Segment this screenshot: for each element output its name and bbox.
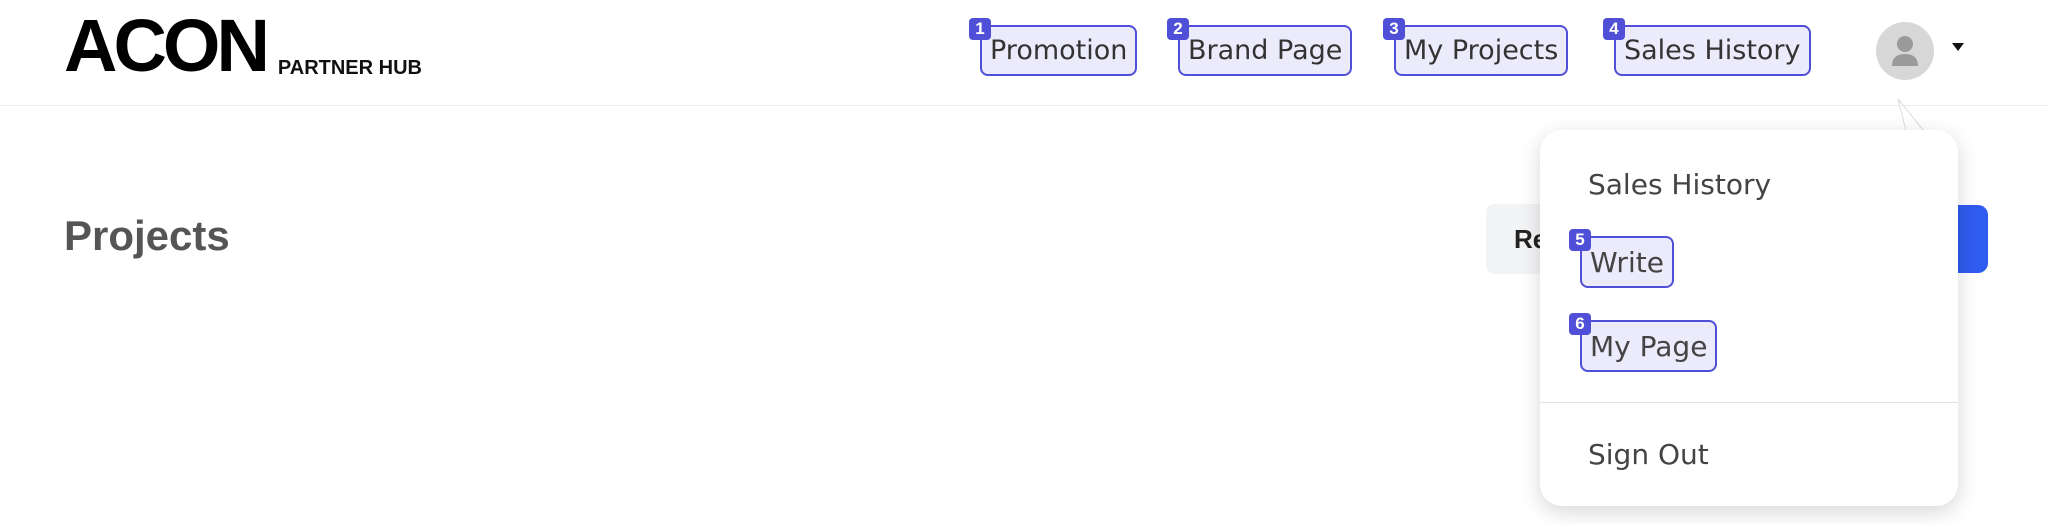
logo-wordmark: ACON: [64, 4, 270, 87]
element-badge: 1: [969, 18, 991, 40]
caret-down-icon[interactable]: [1950, 40, 1966, 58]
element-badge: 3: [1383, 18, 1405, 40]
menu-item-label: Write: [1590, 245, 1664, 279]
element-badge: 6: [1569, 313, 1591, 335]
nav-label: Brand Page: [1188, 35, 1343, 66]
menu-item-my-page[interactable]: 6 My Page: [1569, 313, 1718, 372]
nav-my-projects[interactable]: 3 My Projects: [1383, 18, 1569, 76]
logo-subtitle: PARTNER HUB: [277, 57, 422, 79]
nav-promotion[interactable]: 1 Promotion: [969, 18, 1138, 76]
user-menu-dropdown: Sales History 5 Write 6 My Page Sign Out: [1540, 130, 1958, 506]
menu-item-write[interactable]: 5 Write: [1569, 229, 1674, 288]
element-badge: 5: [1569, 229, 1591, 251]
nav-sales-history[interactable]: 4 Sales History: [1603, 18, 1811, 76]
element-badge: 4: [1603, 18, 1625, 40]
logo[interactable]: ACON PARTNER HUB: [64, 4, 422, 87]
top-header: ACON PARTNER HUB 1 Promotion 2 Brand Pag…: [0, 0, 2048, 106]
menu-divider: [1540, 402, 1958, 403]
page-title: Projects: [64, 212, 230, 259]
nav-label: Sales History: [1624, 35, 1801, 66]
element-badge: 2: [1167, 18, 1189, 40]
menu-item-sign-out[interactable]: Sign Out: [1588, 438, 1709, 471]
user-avatar-icon[interactable]: [1876, 22, 1934, 80]
menu-item-sales-history[interactable]: Sales History: [1588, 168, 1771, 201]
nav-label: My Projects: [1404, 35, 1559, 66]
menu-item-label: My Page: [1590, 329, 1708, 363]
nav-brand-page[interactable]: 2 Brand Page: [1167, 18, 1353, 76]
nav-label: Promotion: [990, 35, 1128, 66]
